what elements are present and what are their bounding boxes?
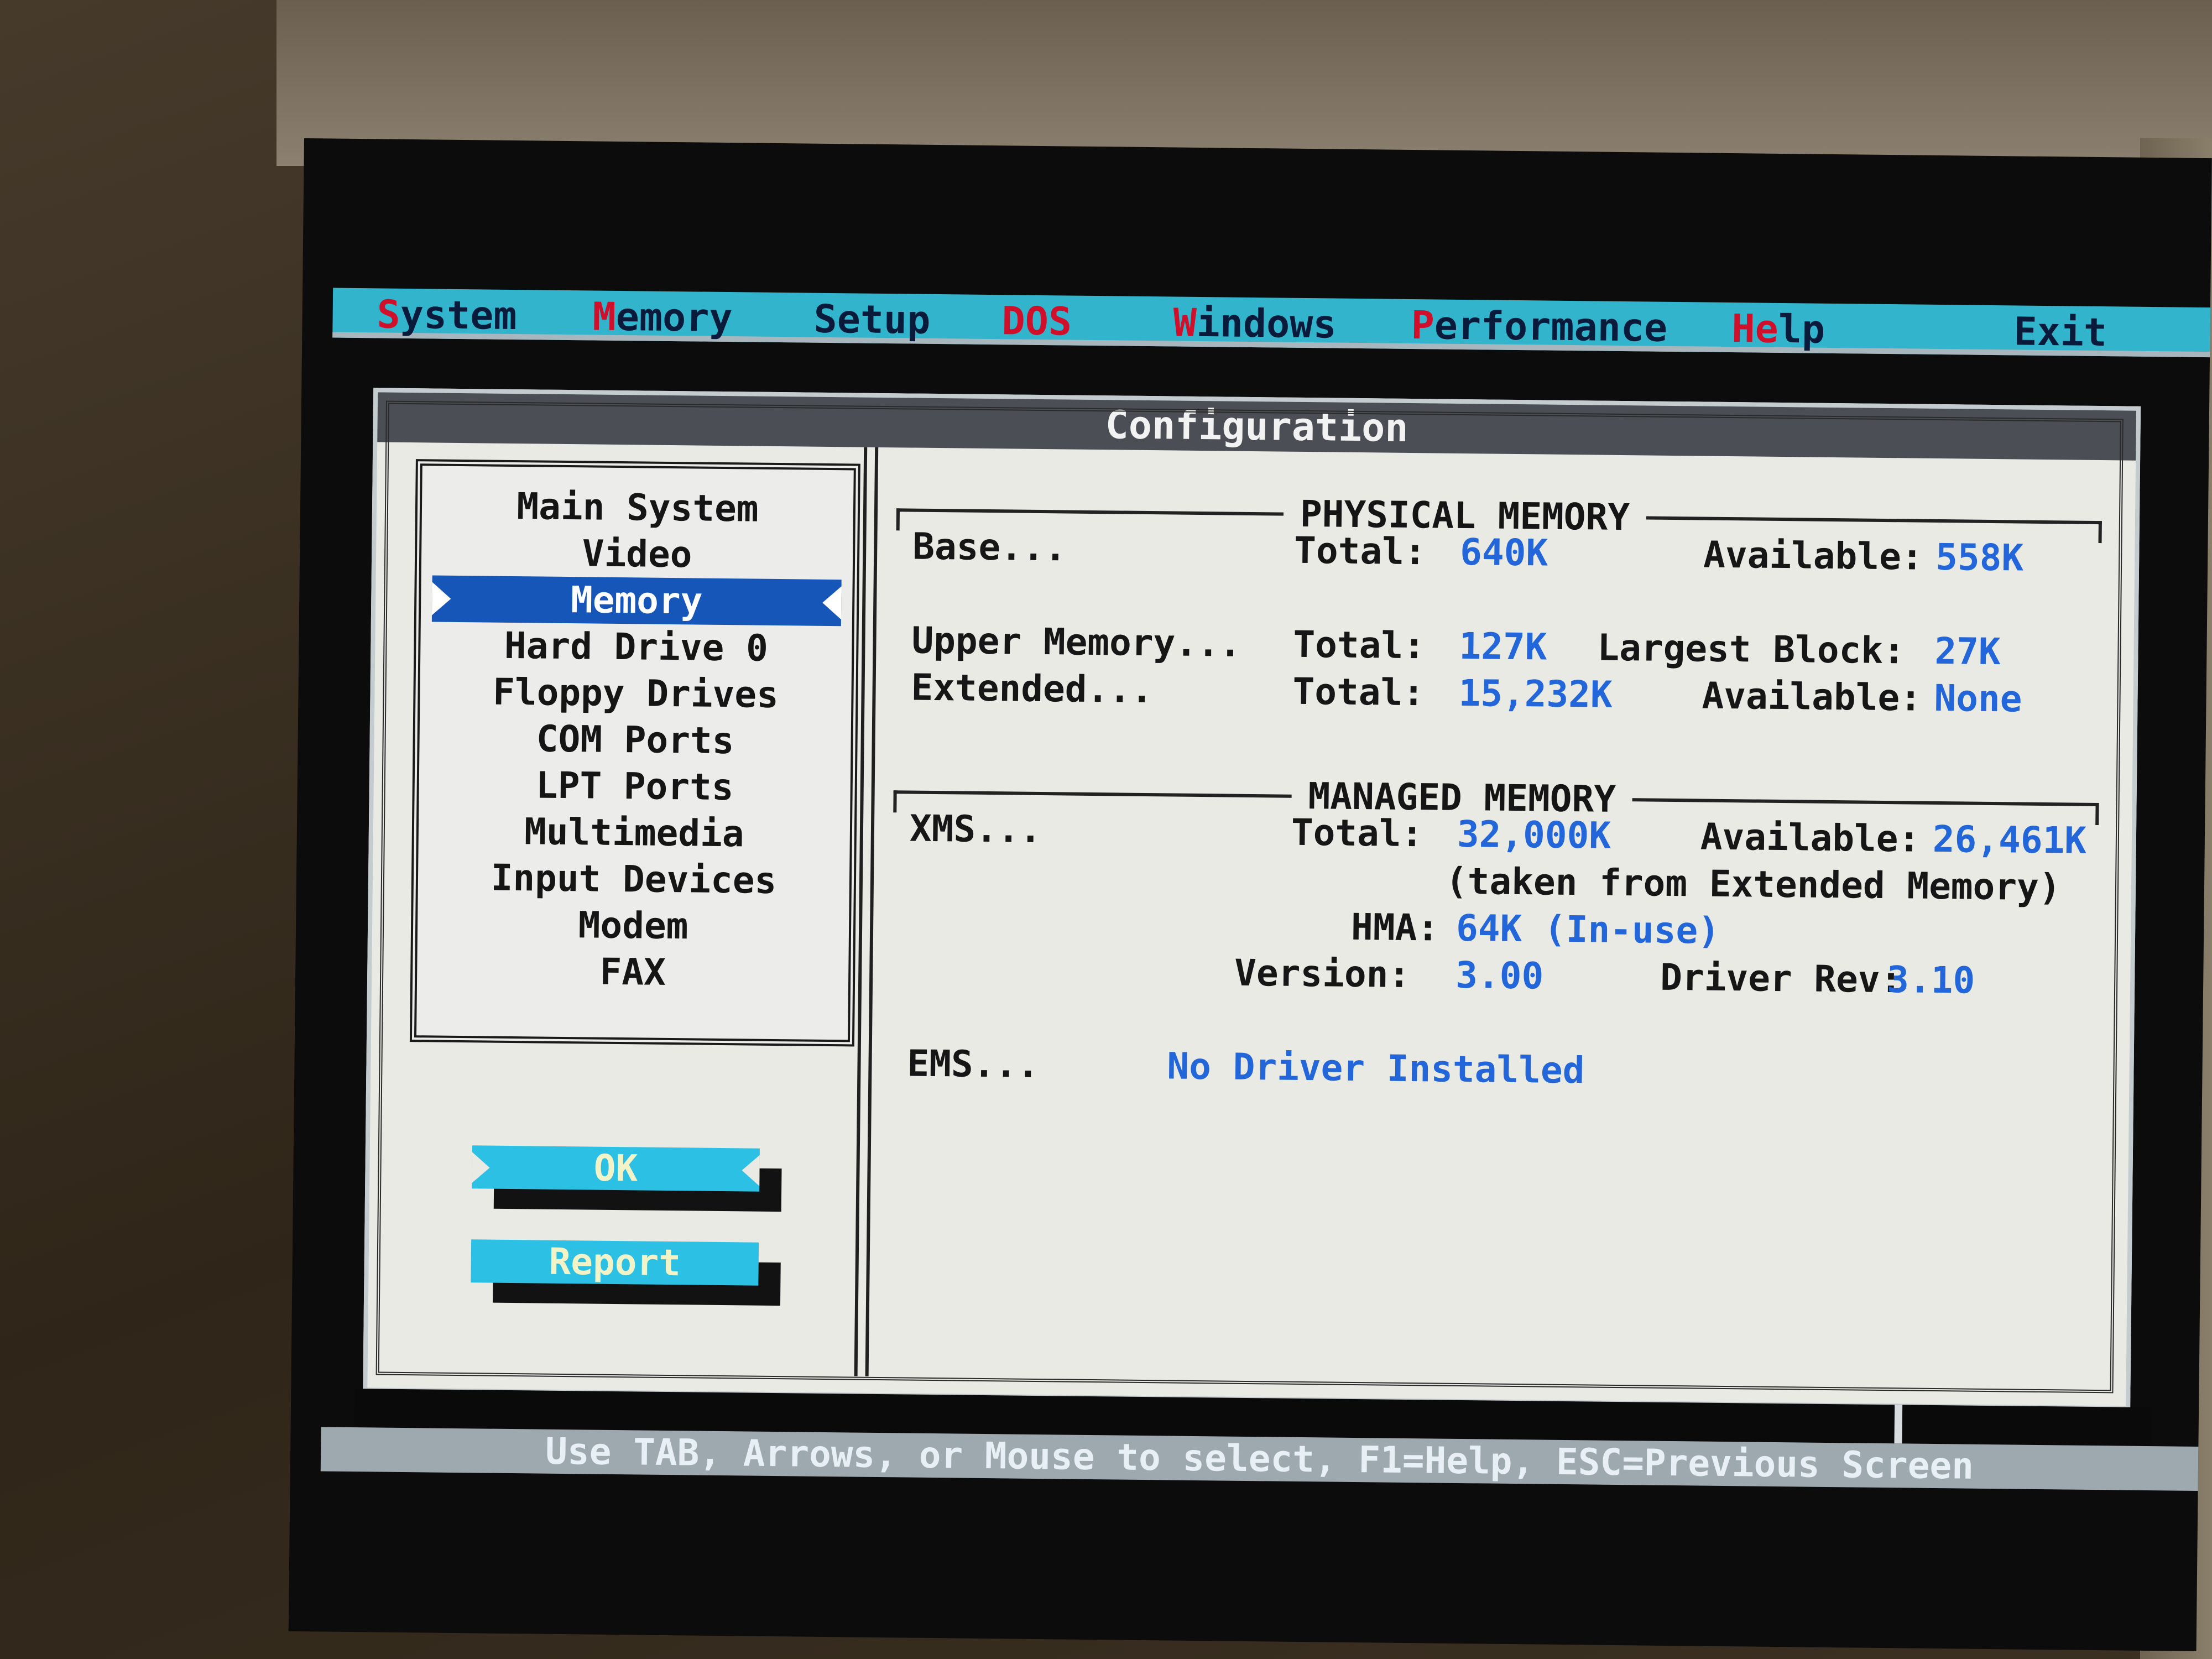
- report-button-label: Report: [549, 1240, 681, 1285]
- base-total-value: 640K: [1459, 530, 1548, 575]
- ems-value: No Driver Installed: [1167, 1045, 1585, 1092]
- selection-arrow-right-icon: [822, 586, 842, 620]
- rule-tick: [2098, 521, 2102, 544]
- extended-available-value: None: [1934, 676, 2022, 721]
- hotkey-letter: DOS: [1001, 298, 1072, 345]
- xms-total-label: Total:: [1291, 811, 1423, 855]
- upper-largest-label: Largest Block:: [1597, 626, 1906, 672]
- memory-details-pane: PHYSICAL MEMORY Base... Total: 640K Avai…: [888, 464, 2103, 1361]
- list-item-floppy-drives[interactable]: Floppy Drives: [431, 668, 841, 719]
- xms-available-label: Available:: [1700, 815, 1921, 860]
- hotkey-letter: M: [592, 294, 617, 340]
- xms-total-value: 32,000K: [1457, 812, 1611, 857]
- category-list: Main System Video Memory Hard Drive 0 Fl…: [409, 459, 860, 1047]
- upper-total-label: Total:: [1293, 623, 1426, 667]
- report-button[interactable]: Report: [471, 1239, 759, 1286]
- version-value: 3.00: [1455, 953, 1544, 998]
- configuration-dialog: Configuration Main System Video Memory H…: [363, 388, 2141, 1411]
- list-item-main-system[interactable]: Main System: [433, 482, 843, 533]
- menu-label: indows: [1196, 300, 1337, 347]
- menu-setup[interactable]: Setup: [813, 296, 931, 343]
- physical-memory-rule: PHYSICAL MEMORY: [896, 492, 2102, 544]
- base-label: Base...: [912, 525, 1067, 570]
- extended-available-label: Available:: [1702, 674, 1922, 719]
- menu-label: erformance: [1434, 302, 1668, 351]
- menu-memory[interactable]: Memory: [592, 294, 733, 341]
- list-item-input-devices[interactable]: Input Devices: [429, 854, 839, 905]
- list-item-memory[interactable]: Memory: [431, 575, 842, 627]
- managed-memory-rule: MANAGED MEMORY: [893, 774, 2099, 826]
- extended-label: Extended...: [911, 666, 1154, 712]
- button-arrow-right-icon: [742, 1155, 760, 1186]
- category-pane: Main System Video Memory Hard Drive 0 Fl…: [406, 459, 860, 1348]
- driver-rev-label: Driver Rev:: [1660, 956, 1902, 1001]
- xms-label: XMS...: [909, 807, 1042, 852]
- hotkey-letter: He: [1731, 306, 1779, 352]
- hotkey-letter: P: [1411, 302, 1435, 348]
- driver-rev-value: 3.10: [1886, 958, 1975, 1002]
- menu-dos[interactable]: DOS: [1001, 298, 1072, 344]
- menu-system[interactable]: System: [377, 291, 517, 338]
- menu-label: emory: [615, 294, 733, 341]
- menu-help[interactable]: Help: [1731, 306, 1825, 352]
- dialog-title: Configuration: [377, 392, 2137, 461]
- status-tick: [1894, 1405, 1903, 1444]
- menu-exit[interactable]: Exit: [2013, 309, 2107, 355]
- menu-label: ystem: [400, 291, 517, 339]
- menu-label: Setup: [813, 296, 931, 343]
- menu-windows[interactable]: Windows: [1173, 300, 1337, 347]
- button-arrow-left-icon: [472, 1152, 490, 1183]
- rule-tick: [893, 790, 897, 813]
- base-available-value: 558K: [1935, 535, 2024, 580]
- extended-total-value: 15,232K: [1458, 671, 1613, 716]
- hma-label: HMA:: [1350, 905, 1439, 950]
- version-label: Version:: [1234, 951, 1411, 997]
- hotkey-letter: W: [1173, 300, 1197, 346]
- dos-screen: System Memory Setup DOS Windows Performa…: [288, 138, 2212, 1651]
- xms-available-value: 26,461K: [1932, 817, 2087, 862]
- list-item-label: Memory: [570, 578, 703, 623]
- upper-total-value: 127K: [1459, 624, 1547, 669]
- list-item-lpt-ports[interactable]: LPT Ports: [430, 761, 839, 812]
- list-item-hard-drive[interactable]: Hard Drive 0: [431, 622, 841, 672]
- menu-bar: System Memory Setup DOS Windows Performa…: [332, 288, 2210, 358]
- upper-memory-label: Upper Memory...: [911, 619, 1241, 665]
- selection-arrow-left-icon: [431, 582, 451, 615]
- xms-note: (taken from Extended Memory): [1445, 859, 2061, 909]
- base-available-label: Available:: [1703, 533, 1923, 578]
- menu-label: Exit: [2013, 309, 2107, 356]
- list-item-com-ports[interactable]: COM Ports: [430, 714, 840, 765]
- hotkey-letter: S: [377, 291, 401, 337]
- ems-label: EMS...: [907, 1042, 1040, 1087]
- base-total-label: Total:: [1293, 529, 1427, 573]
- list-item-multimedia[interactable]: Multimedia: [429, 807, 839, 858]
- extended-total-label: Total:: [1292, 670, 1425, 714]
- menu-label: lp: [1778, 306, 1825, 352]
- list-item-fax[interactable]: FAX: [428, 947, 838, 998]
- ok-button-label: OK: [593, 1146, 638, 1190]
- menu-performance[interactable]: Performance: [1411, 302, 1667, 351]
- rule-tick: [2095, 802, 2099, 826]
- upper-largest-value: 27K: [1934, 629, 2001, 674]
- rule-tick: [896, 508, 900, 531]
- list-item-modem[interactable]: Modem: [429, 900, 838, 951]
- list-item-video[interactable]: Video: [432, 529, 842, 580]
- hma-value: 64K (In-use): [1455, 906, 1720, 952]
- ok-button[interactable]: OK: [472, 1145, 760, 1192]
